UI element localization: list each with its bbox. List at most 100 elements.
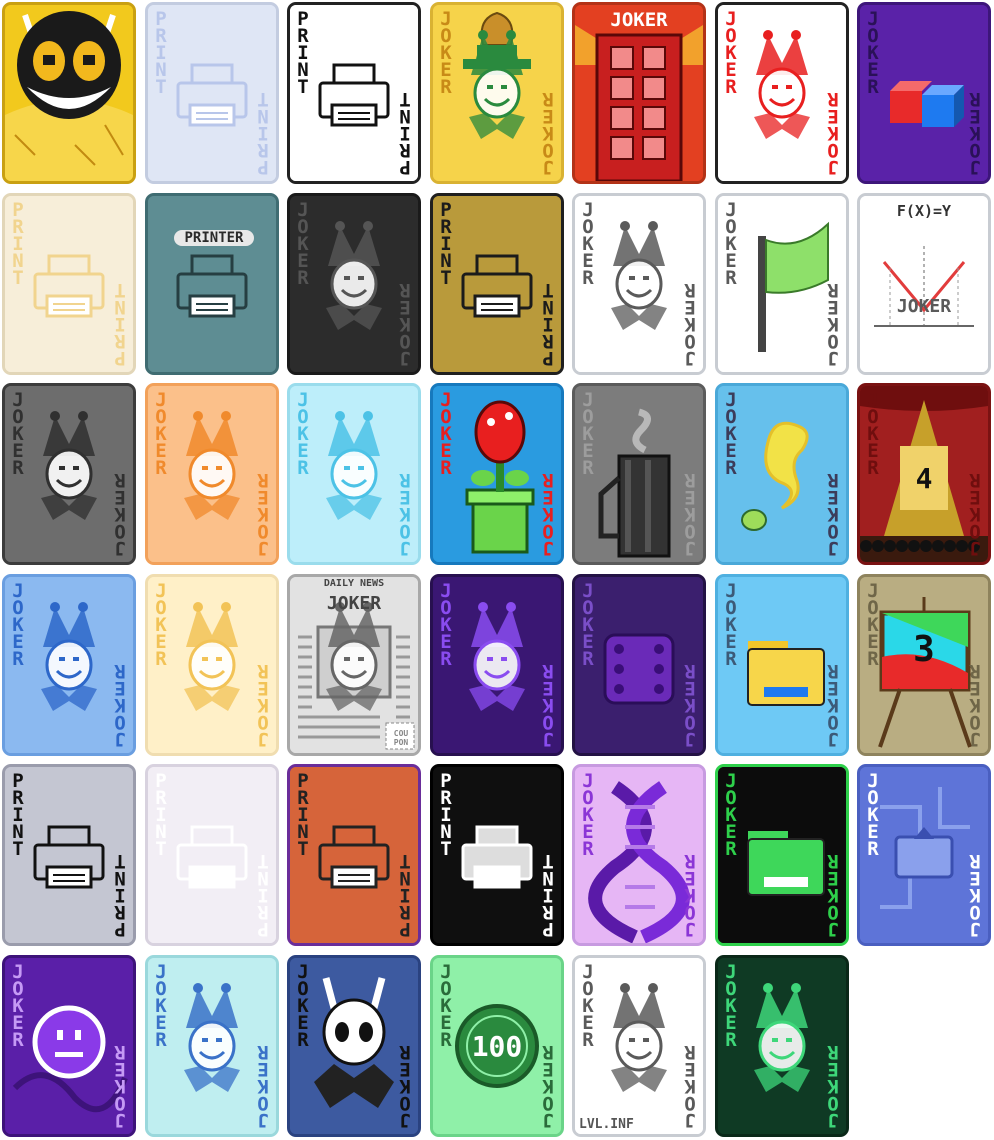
card-joker-gray[interactable]: JOKER JOKER: [2, 383, 136, 565]
card-joker-blue-swirl[interactable]: JOKER JOKER: [2, 574, 136, 756]
card-joker-kettle[interactable]: JOKER JOKER: [572, 383, 706, 565]
card-joker-fx[interactable]: JOKER F(X)=Y: [857, 193, 991, 375]
card-label: JOKER: [12, 961, 24, 1051]
card-label: PRINT: [114, 279, 126, 369]
card-label: JOKER: [542, 88, 554, 178]
card-print-glass[interactable]: PRINT PRINT: [145, 2, 279, 184]
card-title: JOKER: [896, 296, 952, 317]
card-label: JOKER: [725, 961, 737, 1051]
card-label: PRINT: [542, 850, 554, 940]
card-cuphead-devil[interactable]: [2, 2, 136, 184]
card-label: PRINT: [155, 8, 167, 98]
card-title: JOKER: [326, 593, 382, 614]
card-label: JOKER: [399, 1041, 411, 1131]
graph-icon: [860, 196, 988, 372]
card-label: JOKER: [297, 199, 309, 289]
card-joker-news[interactable]: JOKER DAILY NEWS COU PON: [287, 574, 421, 756]
card-label: JOKER: [155, 580, 167, 670]
card-print-holo[interactable]: PRINT PRINT: [2, 764, 136, 946]
card-label: JOKER: [827, 279, 839, 369]
card-joker-green-folder[interactable]: JOKER JOKER: [715, 764, 849, 946]
card-joker-piranha[interactable]: JOKER JOKER: [430, 383, 564, 565]
card-label: JOKER: [827, 469, 839, 559]
card-title: JOKER: [610, 9, 668, 31]
card-label: PRINT: [114, 850, 126, 940]
card-joker-circuit[interactable]: JOKER JOKER: [857, 764, 991, 946]
card-label: JOKER: [297, 389, 309, 479]
card-print-classic[interactable]: PRINT PRINT: [287, 2, 421, 184]
card-joker-stage-4[interactable]: JOKER JOKER 4: [857, 383, 991, 565]
card-print-gold[interactable]: PRINT PRINT: [430, 193, 564, 375]
card-joker-neutral-face[interactable]: JOKER JOKER: [2, 955, 136, 1137]
card-easel-number: 3: [913, 629, 935, 670]
card-label: JOKER: [725, 389, 737, 479]
card-joker-building[interactable]: JOKER: [572, 2, 706, 184]
card-coin-value: 100: [471, 1030, 523, 1063]
card-label: JOKER: [582, 199, 594, 289]
card-label: JOKER: [542, 660, 554, 750]
card-print-cream[interactable]: PRINT PRINT: [2, 193, 136, 375]
card-label: JOKER: [257, 469, 269, 559]
devil-face-icon: [5, 5, 133, 181]
card-label: JOKER: [12, 389, 24, 479]
card-joker-flag[interactable]: JOKER JOKER: [715, 193, 849, 375]
card-print-rainbow[interactable]: PRINT PRINT: [287, 764, 421, 946]
card-joker-strong[interactable]: JOKER JOKER: [145, 955, 279, 1137]
card-label: JOKER: [684, 279, 696, 369]
card-label: JOKER: [725, 770, 737, 860]
card-joker-easel-3[interactable]: JOKER JOKER 3: [857, 574, 991, 756]
card-joker-green-ghost[interactable]: JOKER JOKER: [715, 955, 849, 1137]
card-label: JOKER: [867, 8, 879, 98]
card-coupon: COU PON: [393, 729, 409, 747]
card-label: JOKER: [684, 850, 696, 940]
card-label: PRINT: [440, 199, 452, 289]
card-label: JOKER: [684, 660, 696, 750]
card-joker-dice[interactable]: JOKER JOKER: [572, 574, 706, 756]
card-printer-device[interactable]: PRINTER: [145, 193, 279, 375]
card-joker-100[interactable]: JOKER JOKER 100: [430, 955, 564, 1137]
card-label: PRINT: [297, 770, 309, 860]
card-label: JOKER: [257, 1041, 269, 1131]
card-joker-dna[interactable]: JOKER JOKER: [572, 764, 706, 946]
card-label: JOKER: [155, 961, 167, 1051]
card-print-black[interactable]: PRINT PRINT: [430, 764, 564, 946]
card-joker-yellow-bird[interactable]: JOKER JOKER: [715, 383, 849, 565]
card-label: PRINT: [257, 88, 269, 178]
building-icon: [575, 5, 703, 181]
card-joker-knight[interactable]: JOKER JOKER: [287, 955, 421, 1137]
card-label: JOKER: [440, 580, 452, 670]
printer-icon: [148, 196, 276, 372]
card-label: JOKER: [582, 580, 594, 670]
card-joker-red-line[interactable]: JOKER JOKER: [715, 2, 849, 184]
card-print-prism[interactable]: PRINT PRINT: [145, 764, 279, 946]
card-label: JOKER: [969, 88, 981, 178]
card-label: JOKER: [684, 469, 696, 559]
card-label: JOKER: [725, 199, 737, 289]
card-label: PRINT: [155, 770, 167, 860]
card-joker-pale[interactable]: JOKER JOKER: [145, 574, 279, 756]
card-label: JOKER: [827, 88, 839, 178]
card-label: JOKER: [114, 660, 126, 750]
card-label: JOKER: [969, 850, 981, 940]
card-label: PRINT: [440, 770, 452, 860]
card-joker-lvl-inf[interactable]: JOKER JOKER LVL.INF: [572, 955, 706, 1137]
card-joker-cubes[interactable]: JOKER JOKER: [857, 2, 991, 184]
card-joker-cyan[interactable]: JOKER JOKER: [287, 383, 421, 565]
card-label: JOKER: [399, 469, 411, 559]
card-label: JOKER: [684, 1041, 696, 1131]
card-label: JOKER: [297, 961, 309, 1051]
card-level: LVL.INF: [579, 1117, 634, 1132]
card-joker-folder[interactable]: JOKER JOKER: [715, 574, 849, 756]
card-joker-glasses[interactable]: JOKER JOKER: [572, 193, 706, 375]
card-label: JOKER: [440, 389, 452, 479]
card-label: PRINT: [257, 850, 269, 940]
card-joker-dark[interactable]: JOKER JOKER: [287, 193, 421, 375]
card-joker-money[interactable]: JOKER JOKER: [430, 2, 564, 184]
card-label: PRINT: [12, 770, 24, 860]
card-stage-number: 4: [915, 462, 933, 495]
card-label: JOKER: [725, 580, 737, 670]
card-joker-purple-dark[interactable]: JOKER JOKER: [430, 574, 564, 756]
card-label: JOKER: [582, 770, 594, 860]
card-label: JOKER: [399, 279, 411, 369]
card-joker-orange[interactable]: JOKER JOKER: [145, 383, 279, 565]
